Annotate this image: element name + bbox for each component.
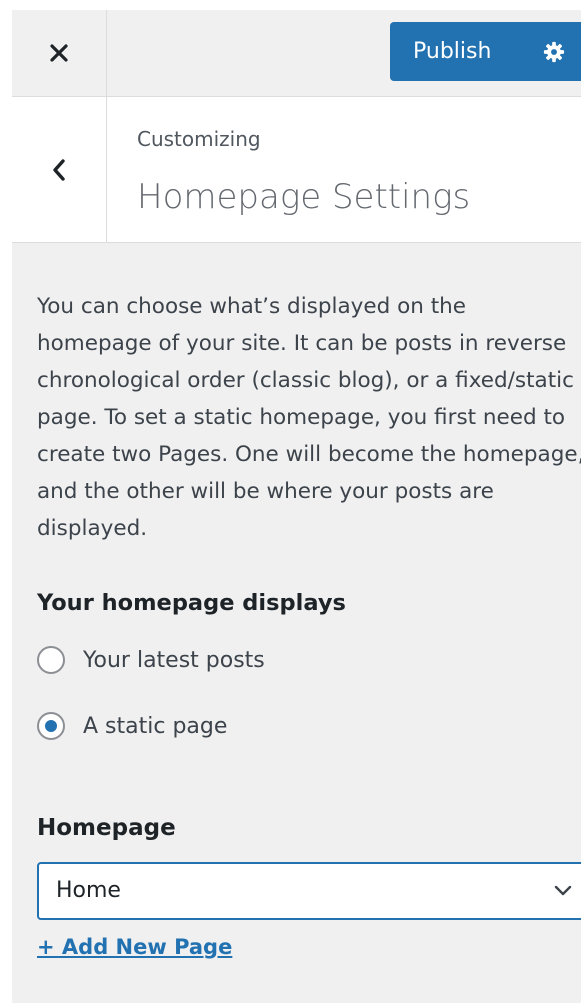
homepage-select-value: Home <box>56 878 121 903</box>
close-button[interactable] <box>12 10 107 96</box>
homepage-displays-label: Your homepage displays <box>37 590 346 616</box>
close-icon <box>50 44 68 62</box>
publish-settings-button[interactable] <box>526 22 581 81</box>
homepage-select-label: Homepage <box>37 815 176 841</box>
radio-static-page[interactable]: A static page <box>37 708 227 744</box>
chevron-down-icon <box>554 885 572 896</box>
back-button[interactable] <box>12 97 107 242</box>
page-title: Homepage Settings <box>137 177 471 217</box>
radio-button[interactable] <box>37 646 65 674</box>
radio-label: A static page <box>83 713 228 739</box>
radio-latest-posts[interactable]: Your latest posts <box>37 642 265 678</box>
homepage-description: You can choose what’s displayed on the h… <box>37 294 581 541</box>
radio-button[interactable] <box>37 712 65 740</box>
customizer-header: Publish <box>12 10 581 97</box>
publish-button[interactable]: Publish <box>413 22 491 81</box>
gear-icon <box>543 41 564 62</box>
section-header: Customizing Homepage Settings <box>12 97 581 243</box>
breadcrumb: Customizing <box>137 127 261 151</box>
radio-label: Your latest posts <box>83 647 265 673</box>
chevron-left-icon <box>53 158 65 181</box>
customizer-panel: Publish Customizing Homepage Settings Yo… <box>12 10 581 1003</box>
homepage-select[interactable]: Home <box>37 862 581 920</box>
add-new-page-link[interactable]: + Add New Page <box>37 935 232 959</box>
publish-button-group: Publish <box>390 22 581 81</box>
